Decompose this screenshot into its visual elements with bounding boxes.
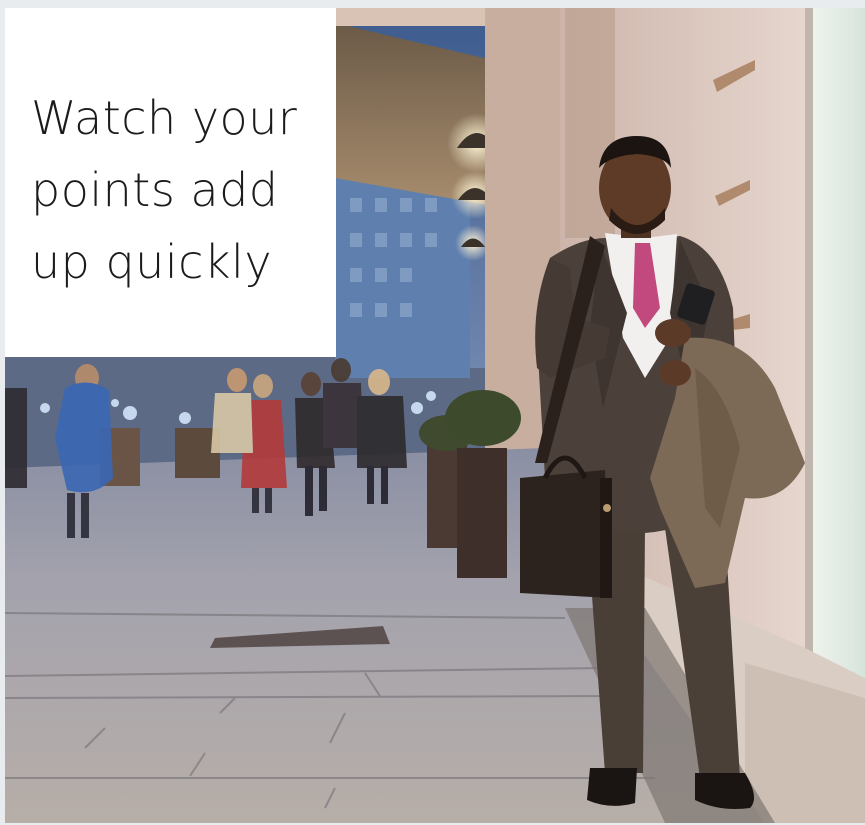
promo-banner: Watch your points add up quickly bbox=[5, 8, 865, 823]
headline-line-1: Watch your bbox=[31, 91, 298, 145]
headline: Watch your points add up quickly bbox=[31, 82, 316, 298]
headline-card: Watch your points add up quickly bbox=[5, 8, 336, 357]
headline-line-3: up quickly bbox=[31, 235, 273, 289]
headline-line-2: points add bbox=[31, 163, 279, 217]
